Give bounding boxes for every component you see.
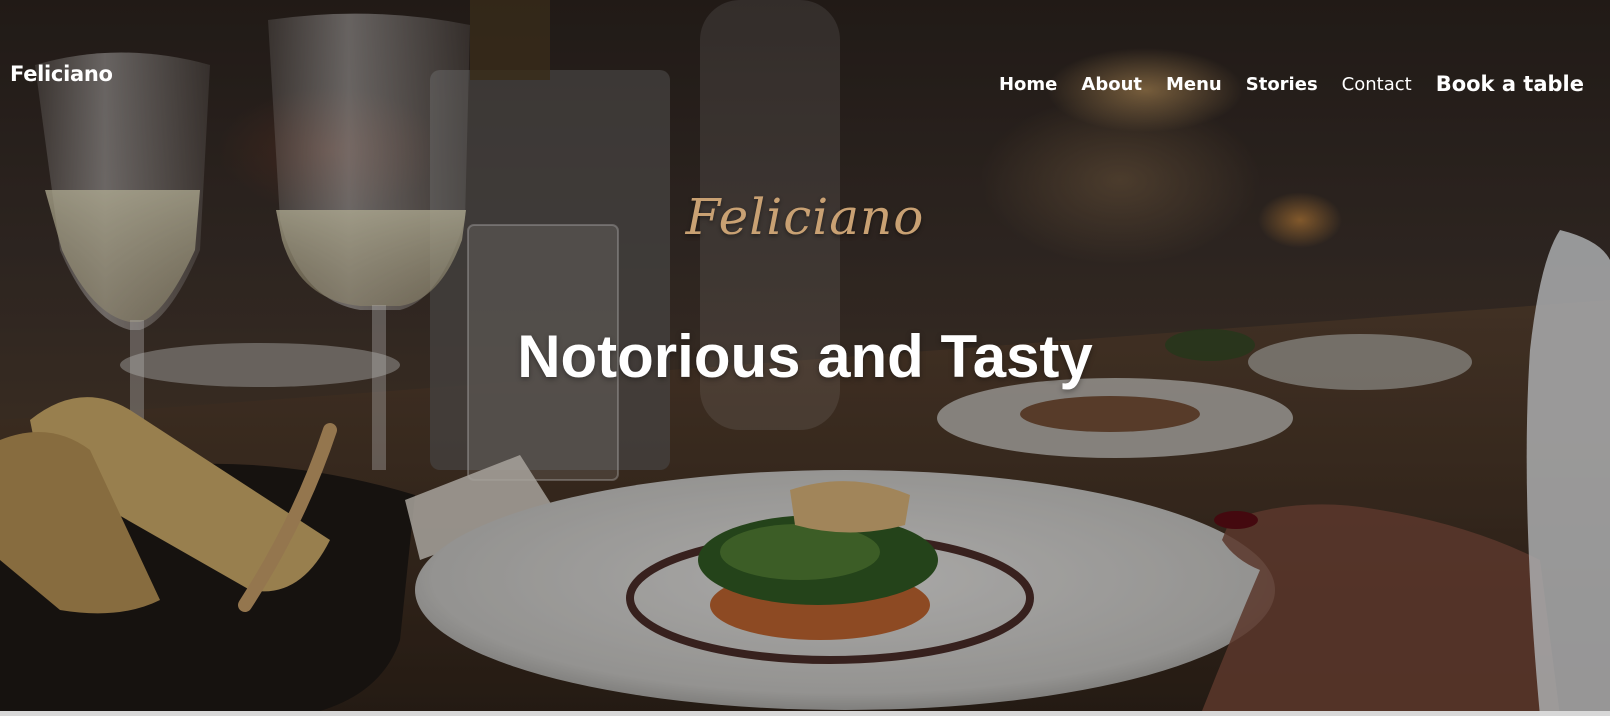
brand-logo[interactable]: Feliciano [10,62,113,86]
nav-home-link[interactable]: Home [999,74,1057,95]
nav-stories-link[interactable]: Stories [1246,74,1318,95]
main-nav: Home About Menu Stories Contact Book a t… [975,72,1584,96]
page-bottom-divider [0,711,1610,716]
nav-contact-link[interactable]: Contact [1342,74,1412,95]
hero-title: Notorious and Tasty [517,323,1093,390]
nav-about-link[interactable]: About [1081,74,1142,95]
nav-menu-link[interactable]: Menu [1166,74,1222,95]
book-a-table-link[interactable]: Book a table [1436,72,1584,96]
hero-script-title: Feliciano [685,188,925,246]
